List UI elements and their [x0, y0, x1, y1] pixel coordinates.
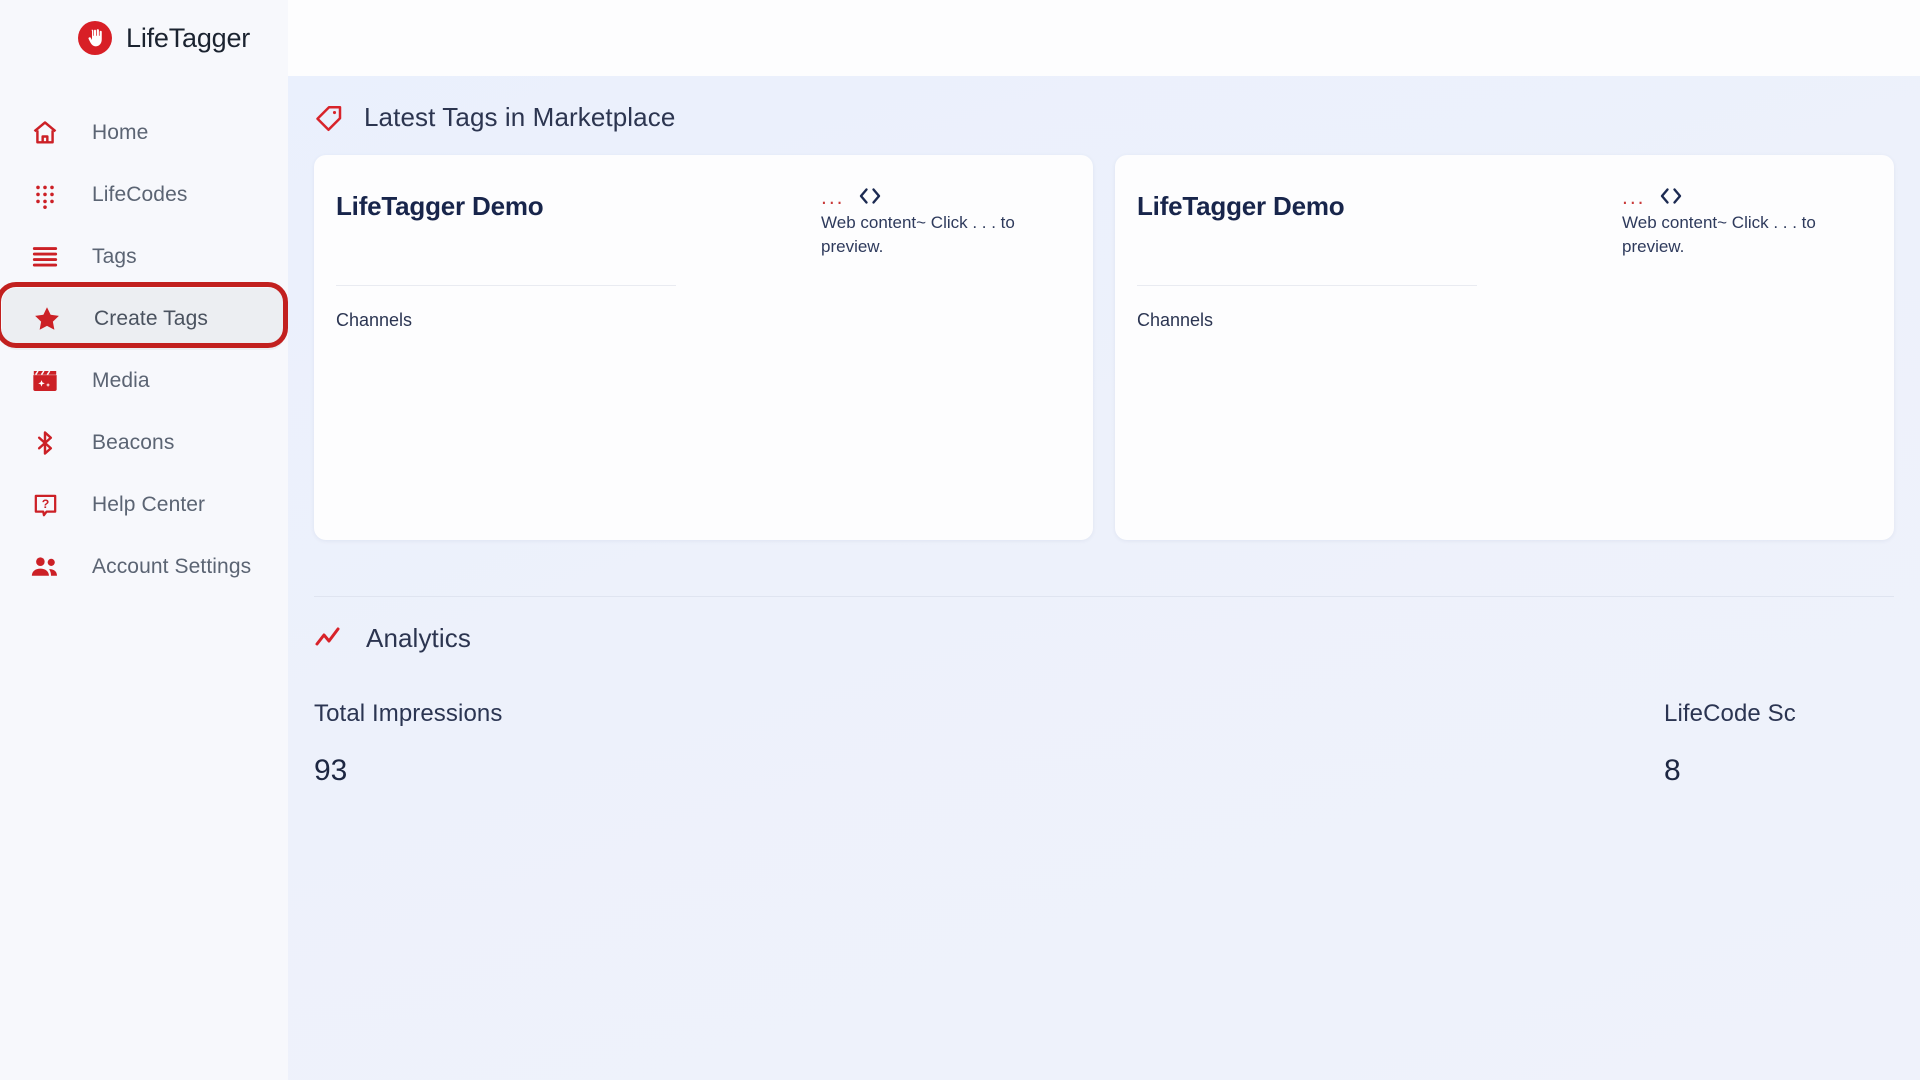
- card-menu-button[interactable]: ...: [821, 187, 845, 208]
- marketplace-card[interactable]: LifeTagger Demo ... Web content~ Click .…: [314, 155, 1093, 540]
- metric-total-impressions: Total Impressions 93: [314, 700, 544, 788]
- metric-label: LifeCode Sc: [1664, 700, 1796, 727]
- sidebar-nav: Home LifeCodes Tags Create Tags Media Be…: [0, 102, 288, 598]
- metric-lifecode-scans: LifeCode Sc 8: [544, 700, 1894, 788]
- hand-icon: [78, 21, 112, 55]
- card-actions: ... Web content~ Click . . . to preview.: [1622, 185, 1872, 259]
- sidebar-item-label: Home: [92, 121, 149, 144]
- sidebar-item-label: Account Settings: [92, 555, 252, 578]
- card-channels-label: Channels: [1137, 310, 1214, 331]
- sidebar-item-home[interactable]: Home: [0, 102, 288, 164]
- metric-label: Total Impressions: [314, 700, 503, 727]
- card-description: Web content~ Click . . . to preview.: [1622, 213, 1816, 257]
- svg-text:?: ?: [41, 497, 49, 511]
- card-menu-button[interactable]: ...: [1622, 187, 1646, 208]
- stacked-lines-icon: [22, 246, 68, 268]
- star-icon: [24, 304, 70, 334]
- sidebar-item-account-settings[interactable]: Account Settings: [0, 536, 288, 598]
- card-title: LifeTagger Demo: [1137, 191, 1345, 221]
- trend-line-icon: [314, 626, 346, 652]
- card-description: Web content~ Click . . . to preview.: [821, 213, 1015, 257]
- metric-value: 93: [314, 754, 348, 787]
- bluetooth-icon: [22, 429, 68, 457]
- people-icon: [22, 554, 68, 580]
- brand-name: LifeTagger: [126, 22, 251, 53]
- home-icon: [22, 119, 68, 147]
- tag-icon: [314, 103, 344, 133]
- card-header: LifeTagger Demo ... Web content~ Click .…: [1137, 185, 1872, 259]
- clapperboard-icon: [22, 367, 68, 395]
- marketplace-header: Latest Tags in Marketplace: [288, 76, 1920, 133]
- dot-grid-icon: [22, 181, 68, 209]
- marketplace-title: Latest Tags in Marketplace: [364, 102, 676, 132]
- card-divider: [1137, 285, 1477, 287]
- app-root: LifeTagger Home LifeCodes Tags Create Ta…: [0, 0, 1920, 1080]
- metric-value: 8: [1664, 754, 1681, 787]
- sidebar: LifeTagger Home LifeCodes Tags Create Ta…: [0, 0, 288, 1080]
- card-icon-row: ...: [821, 185, 885, 208]
- code-brackets-icon[interactable]: [855, 185, 885, 207]
- card-channels-label: Channels: [336, 310, 413, 331]
- sidebar-item-create-tags[interactable]: Create Tags: [0, 282, 288, 350]
- marketplace-card-list: LifeTagger Demo ... Web content~ Click .…: [288, 133, 1920, 540]
- card-divider: [336, 285, 676, 287]
- sidebar-item-label: Tags: [92, 245, 137, 268]
- analytics-title: Analytics: [366, 623, 471, 653]
- main-content: Latest Tags in Marketplace LifeTagger De…: [288, 0, 1920, 1080]
- sidebar-item-label: LifeCodes: [92, 183, 188, 206]
- analytics-metrics: Total Impressions 93 LifeCode Sc 8: [288, 700, 1920, 788]
- sidebar-item-label: Beacons: [92, 431, 175, 454]
- marketplace-card[interactable]: LifeTagger Demo ... Web content~ Click .…: [1115, 155, 1894, 540]
- question-bubble-icon: ?: [22, 492, 68, 519]
- sidebar-item-beacons[interactable]: Beacons: [0, 412, 288, 474]
- sidebar-item-label: Media: [92, 369, 150, 392]
- card-actions: ... Web content~ Click . . . to preview.: [821, 185, 1071, 259]
- card-header: LifeTagger Demo ... Web content~ Click .…: [336, 185, 1071, 259]
- card-icon-row: ...: [1622, 185, 1686, 208]
- sidebar-item-label: Create Tags: [94, 307, 208, 330]
- sidebar-item-tags[interactable]: Tags: [0, 226, 288, 288]
- sidebar-item-lifecodes[interactable]: LifeCodes: [0, 164, 288, 226]
- brand[interactable]: LifeTagger: [0, 0, 288, 76]
- analytics-header: Analytics: [288, 597, 1920, 654]
- code-brackets-icon[interactable]: [1656, 185, 1686, 207]
- card-title: LifeTagger Demo: [336, 191, 544, 221]
- sidebar-item-help-center[interactable]: ? Help Center: [0, 474, 288, 536]
- sidebar-item-label: Help Center: [92, 493, 206, 516]
- topbar: [288, 0, 1920, 76]
- sidebar-item-media[interactable]: Media: [0, 350, 288, 412]
